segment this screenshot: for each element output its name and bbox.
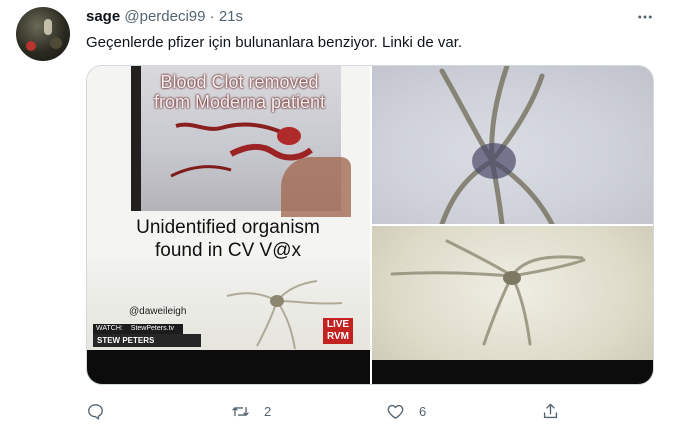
author-handle[interactable]: @perdeci99 xyxy=(124,8,205,25)
retweet-icon xyxy=(232,406,249,416)
share-icon xyxy=(543,403,558,418)
timestamp[interactable]: 21s xyxy=(219,8,243,25)
action-bar: 2 6 xyxy=(86,396,566,426)
rvm-badge: LIVE RVM xyxy=(323,318,353,344)
tweet[interactable]: sage @perdeci99 · 21s Geçenlerde pfizer … xyxy=(0,0,673,437)
image-letterbox xyxy=(87,350,370,384)
share-button[interactable] xyxy=(541,396,560,426)
media-image-bottom-right[interactable] xyxy=(372,226,653,384)
more-icon[interactable] xyxy=(634,6,656,28)
heart-icon xyxy=(387,404,404,419)
image-caption-middle: Unidentified organism found in CV V@x xyxy=(136,217,320,261)
like-button[interactable]: 6 xyxy=(386,396,426,426)
avatar[interactable] xyxy=(16,7,70,61)
image-letterbox xyxy=(372,360,653,384)
image-caption-top: Blood Clot removed from Moderna patient xyxy=(153,72,326,112)
reply-button[interactable] xyxy=(86,396,119,426)
retweet-count: 2 xyxy=(264,403,272,419)
like-count: 6 xyxy=(419,403,427,419)
show-name-bar: STEW PETERS xyxy=(93,334,201,347)
reply-icon xyxy=(88,403,103,420)
media-grid: Blood Clot removed from Moderna patient … xyxy=(86,65,654,385)
avatar-detail xyxy=(50,37,62,49)
separator: · xyxy=(209,8,215,25)
avatar-detail xyxy=(44,19,52,35)
media-image-top-right[interactable] xyxy=(372,66,653,224)
tweet-header: sage @perdeci99 · 21s xyxy=(86,8,243,25)
media-image-left[interactable]: Blood Clot removed from Moderna patient … xyxy=(87,66,370,384)
watch-bar: WATCH: StewPeters.tv xyxy=(93,324,183,334)
avatar-detail xyxy=(26,41,36,51)
retweet-button[interactable]: 2 xyxy=(231,396,271,426)
image-credit: @daweileigh xyxy=(129,306,187,317)
author-name[interactable]: sage xyxy=(86,8,120,25)
tweet-text: Geçenlerde pfizer için bulunanlara benzi… xyxy=(86,34,463,51)
